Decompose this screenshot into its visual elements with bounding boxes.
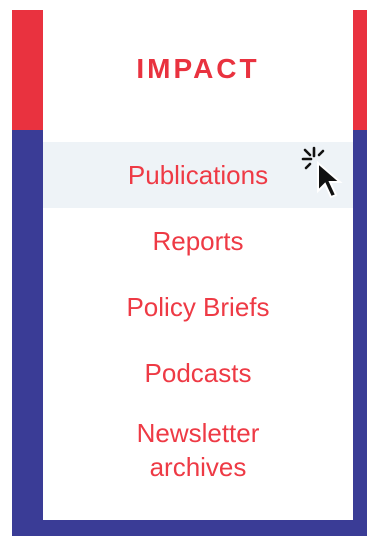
menu-heading: IMPACT — [136, 53, 260, 84]
menu-item-publications[interactable]: Publications — [43, 142, 353, 208]
menu-item-label: Podcasts — [144, 358, 252, 388]
menu-list: Publications Reports Policy Briefs Podca… — [43, 142, 353, 484]
menu-item-reports[interactable]: Reports — [43, 208, 353, 274]
menu-item-newsletter-archives[interactable]: Newsletter archives — [43, 406, 353, 484]
menu-item-label: Policy Briefs — [126, 292, 270, 322]
impact-dropdown-menu: IMPACT Publications Reports Policy Brief… — [43, 10, 353, 520]
menu-item-label: Publications — [127, 160, 269, 190]
menu-item-label: Reports — [152, 226, 244, 256]
menu-item-label: Newsletter archives — [136, 418, 260, 482]
menu-item-podcasts[interactable]: Podcasts — [43, 340, 353, 406]
menu-item-policy-briefs[interactable]: Policy Briefs — [43, 274, 353, 340]
